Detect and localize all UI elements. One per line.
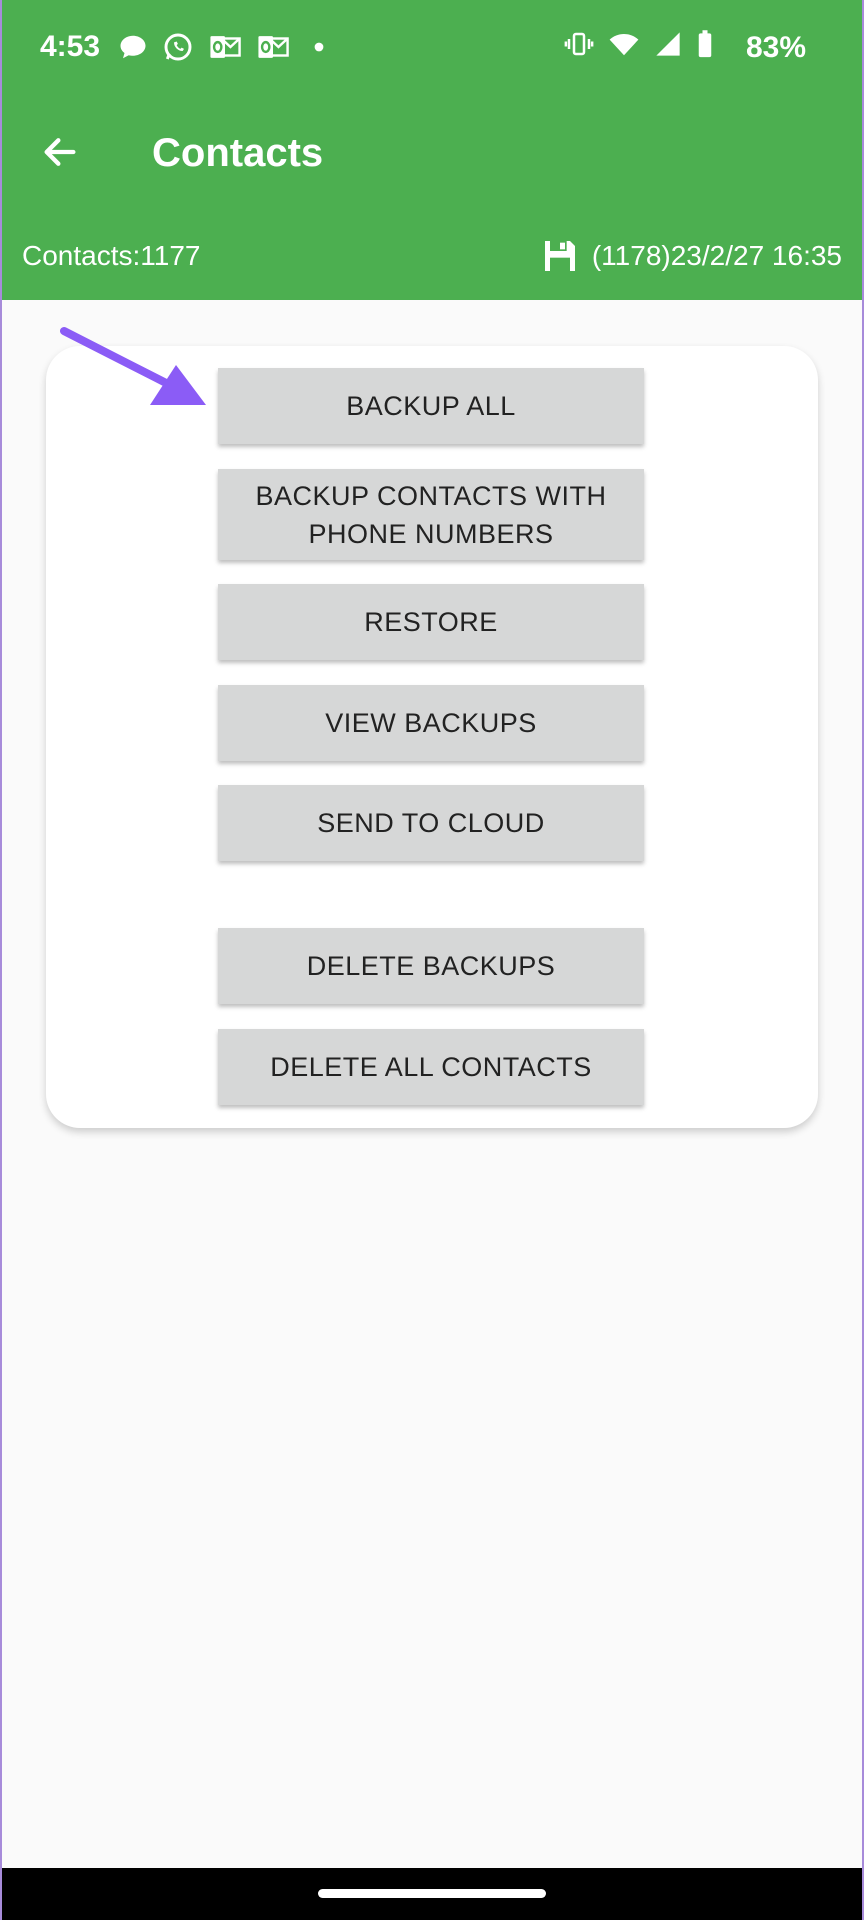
backup-phone-contacts-button[interactable]: BACKUP CONTACTS WITH PHONE NUMBERS: [218, 469, 644, 560]
view-backups-button[interactable]: VIEW BACKUPS: [218, 685, 644, 761]
app-bar: Contacts: [0, 100, 864, 200]
info-bar: Contacts:1177 (1178)23/2/27 16:35: [0, 200, 864, 300]
battery-percentage: 83%: [745, 31, 806, 64]
backup-phone-line1: BACKUP CONTACTS WITH: [255, 480, 607, 511]
navigation-bar: [0, 1868, 864, 1920]
status-time: 4:53: [40, 30, 101, 63]
system-icons: [564, 29, 714, 59]
wifi-icon: [609, 34, 639, 56]
chat-bubble-icon: [120, 35, 146, 59]
backup-phone-line2: PHONE NUMBERS: [308, 518, 554, 549]
whatsapp-icon: [164, 33, 192, 61]
status-bar: 4:53 83%: [0, 0, 864, 100]
delete-all-contacts-button[interactable]: DELETE ALL CONTACTS: [218, 1029, 644, 1105]
backup-all-button[interactable]: BACKUP ALL: [218, 368, 644, 444]
send-to-cloud-button[interactable]: SEND TO CLOUD: [218, 785, 644, 861]
restore-button[interactable]: RESTORE: [218, 584, 644, 660]
home-handle[interactable]: [318, 1889, 546, 1898]
signal-icon: [656, 32, 680, 56]
outlook-icon: [258, 36, 289, 58]
contacts-count: Contacts:1177: [22, 240, 201, 271]
dot-icon: [314, 42, 324, 52]
last-backup-text: (1178)23/2/27 16:35: [591, 240, 842, 271]
last-backup-info: (1178)23/2/27 16:35: [540, 236, 842, 276]
page-title: Contacts: [152, 131, 324, 175]
delete-backups-button[interactable]: DELETE BACKUPS: [218, 928, 644, 1004]
notification-icons: [118, 31, 334, 63]
actions-card: BACKUP ALL BACKUP CONTACTS WITH PHONE NU…: [46, 346, 818, 1128]
vibrate-icon: [564, 32, 594, 56]
floppy-disk-icon: [544, 241, 575, 271]
outlook-icon: [210, 36, 241, 58]
annotation-arrow-icon: [60, 327, 206, 405]
arrow-back-icon[interactable]: [40, 132, 80, 172]
battery-icon: [698, 30, 712, 58]
